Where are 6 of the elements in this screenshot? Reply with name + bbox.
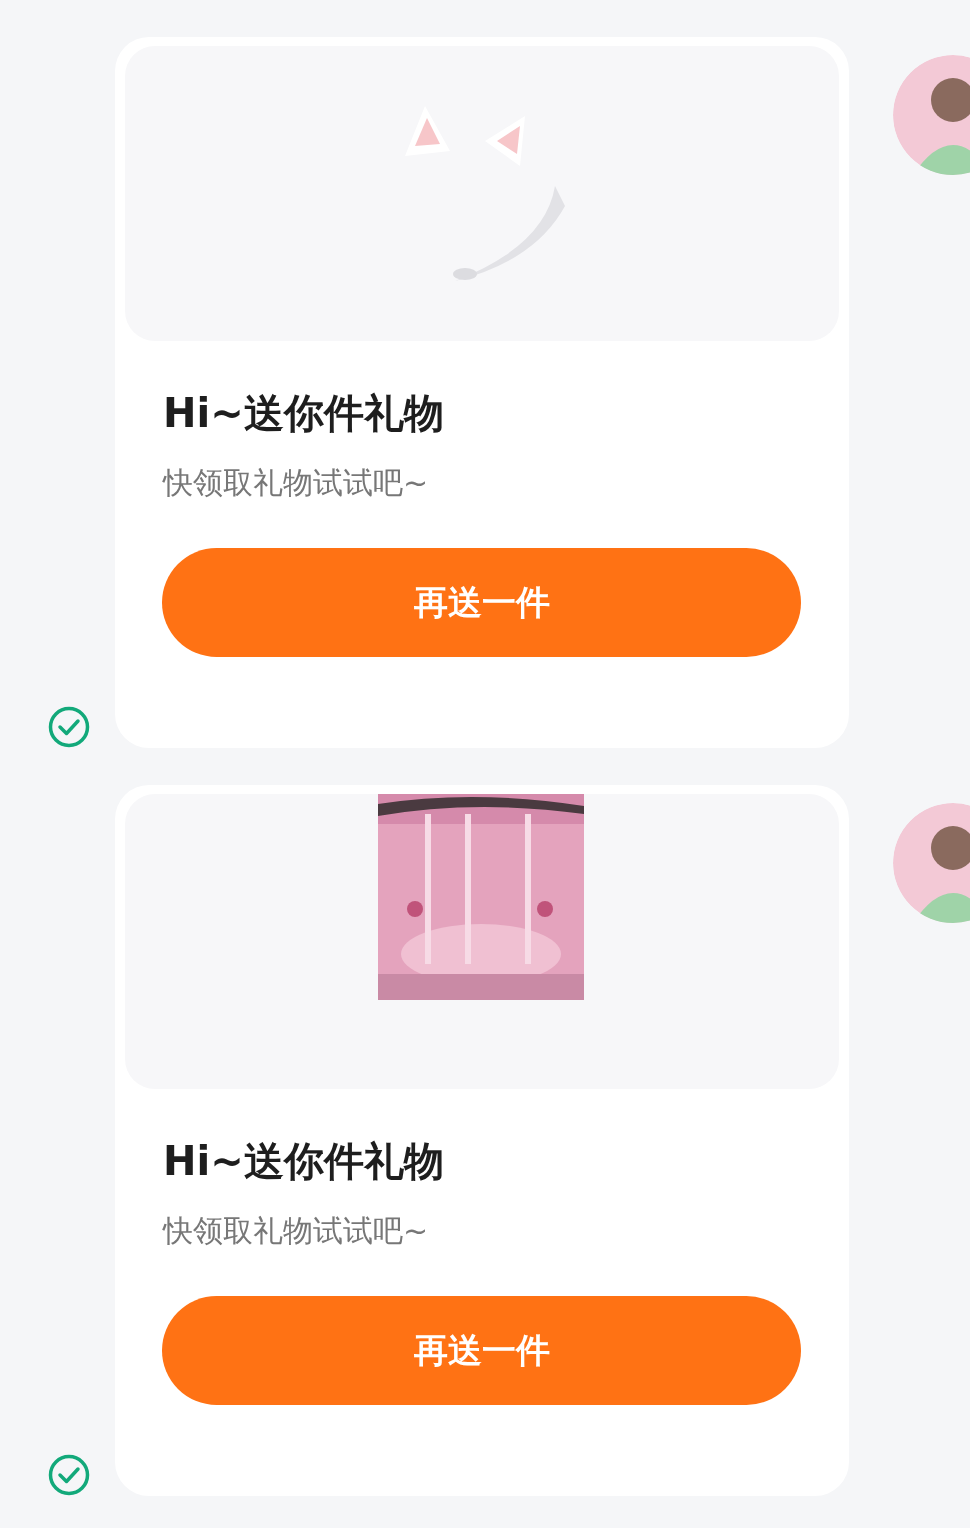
gift-title: Hi~送你件礼物 — [163, 389, 444, 437]
send-again-button[interactable]: 再送一件 — [162, 1296, 801, 1405]
gift-subtitle: 快领取礼物试试吧~ — [163, 1212, 429, 1250]
gift-subtitle: 快领取礼物试试吧~ — [163, 464, 429, 502]
send-again-button[interactable]: 再送一件 — [162, 548, 801, 657]
gift-title: Hi~送你件礼物 — [163, 1137, 444, 1185]
